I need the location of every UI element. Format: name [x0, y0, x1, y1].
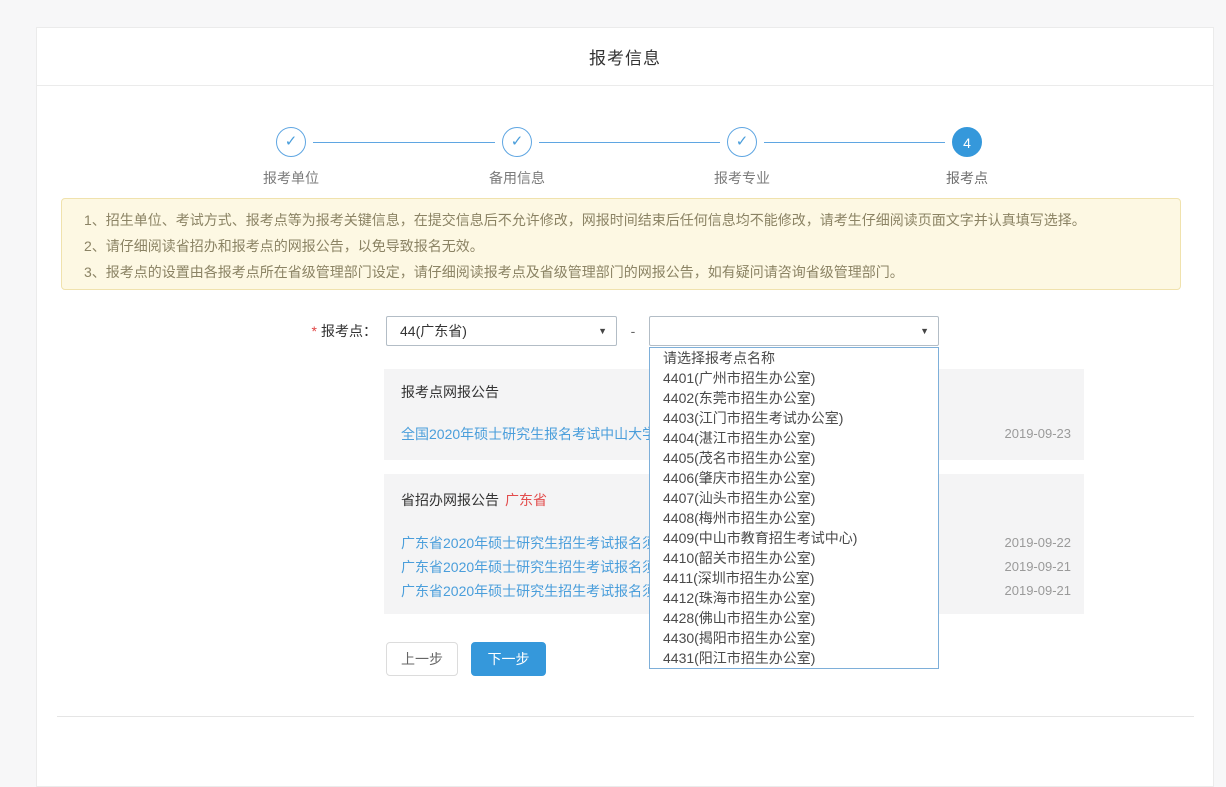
exam-site-dropdown: 请选择报考点名称4401(广州市招生办公室)4402(东莞市招生办公室)4403… [649, 347, 939, 669]
dropdown-option[interactable]: 4408(梅州市招生办公室) [650, 508, 938, 528]
registration-card: 报考信息 ✓ 报考单位 ✓ 备用信息 ✓ 报考专业 4 报考点 1、招生单位、考试方式、报考点… [36, 27, 1214, 787]
announcement-link[interactable]: 广东省2020年硕士研究生招生考试报名须 [401, 535, 656, 551]
exam-site-select[interactable]: ▼ [649, 316, 939, 346]
exam-site-label-text: 报考点： [321, 323, 377, 339]
next-step-button[interactable]: 下一步 [471, 642, 546, 676]
dropdown-option[interactable]: 请选择报考点名称 [650, 348, 938, 368]
step-label: 报考专业 [682, 168, 802, 188]
step-3-done: ✓ 报考专业 [682, 127, 802, 188]
select-separator: - [621, 316, 645, 346]
card-header: 报考信息 [37, 28, 1213, 86]
dropdown-option[interactable]: 4428(佛山市招生办公室) [650, 608, 938, 628]
stepper: ✓ 报考单位 ✓ 备用信息 ✓ 报考专业 4 报考点 [37, 86, 1213, 216]
prev-step-button[interactable]: 上一步 [386, 642, 458, 676]
footer-divider [57, 716, 1194, 717]
notice-box: 1、招生单位、考试方式、报考点等为报考关键信息，在提交信息后不允许修改，网报时间… [61, 198, 1181, 290]
dropdown-option[interactable]: 4404(湛江市招生办公室) [650, 428, 938, 448]
chevron-down-icon: ▼ [598, 317, 607, 345]
announcement-date: 2019-09-21 [1005, 555, 1072, 579]
check-icon: ✓ [727, 127, 757, 157]
notice-line-3: 3、报考点的设置由各报考点所在省级管理部门设定，请仔细阅读报考点及省级管理部门的… [84, 259, 1158, 285]
province-announcement-title-text: 省招办网报公告 [401, 492, 499, 508]
page-title: 报考信息 [589, 44, 661, 69]
required-asterisk: * [312, 323, 317, 339]
check-icon: ✓ [276, 127, 306, 157]
dropdown-option[interactable]: 4403(江门市招生考试办公室) [650, 408, 938, 428]
province-select[interactable]: 44(广东省) ▼ [386, 316, 617, 346]
dropdown-option[interactable]: 4405(茂名市招生办公室) [650, 448, 938, 468]
dropdown-option[interactable]: 4410(韶关市招生办公室) [650, 548, 938, 568]
announcement-link[interactable]: 广东省2020年硕士研究生招生考试报名须 [401, 583, 656, 599]
announcement-date: 2019-09-21 [1005, 579, 1072, 603]
step-label: 备用信息 [457, 168, 577, 188]
chevron-down-icon: ▼ [920, 317, 929, 345]
announcement-link[interactable]: 全国2020年硕士研究生报名考试中山大学 [401, 426, 656, 442]
province-tag: 广东省 [505, 492, 547, 508]
step-number-badge: 4 [952, 127, 982, 157]
announcement-date: 2019-09-23 [1005, 422, 1072, 446]
dropdown-option[interactable]: 4431(阳江市招生办公室) [650, 648, 938, 668]
dropdown-option[interactable]: 4401(广州市招生办公室) [650, 368, 938, 388]
exam-site-field-label: *报考点： [37, 316, 377, 346]
notice-line-2: 2、请仔细阅读省招办和报考点的网报公告，以免导致报名无效。 [84, 233, 1158, 259]
dropdown-option[interactable]: 4409(中山市教育招生考试中心) [650, 528, 938, 548]
dropdown-option[interactable]: 4412(珠海市招生办公室) [650, 588, 938, 608]
dropdown-option[interactable]: 4402(东莞市招生办公室) [650, 388, 938, 408]
check-icon: ✓ [502, 127, 532, 157]
dropdown-option[interactable]: 4406(肇庆市招生办公室) [650, 468, 938, 488]
announcement-date: 2019-09-22 [1005, 531, 1072, 555]
step-4-active: 4 报考点 [907, 127, 1027, 188]
step-label: 报考单位 [231, 168, 351, 188]
dropdown-option[interactable]: 4430(揭阳市招生办公室) [650, 628, 938, 648]
step-label: 报考点 [907, 168, 1027, 188]
step-2-done: ✓ 备用信息 [457, 127, 577, 188]
dropdown-option[interactable]: 4411(深圳市招生办公室) [650, 568, 938, 588]
announcement-link[interactable]: 广东省2020年硕士研究生招生考试报名须 [401, 559, 656, 575]
province-select-value: 44(广东省) [400, 323, 467, 339]
dropdown-option[interactable]: 4407(汕头市招生办公室) [650, 488, 938, 508]
step-1-done: ✓ 报考单位 [231, 127, 351, 188]
notice-line-1: 1、招生单位、考试方式、报考点等为报考关键信息，在提交信息后不允许修改，网报时间… [84, 207, 1158, 233]
